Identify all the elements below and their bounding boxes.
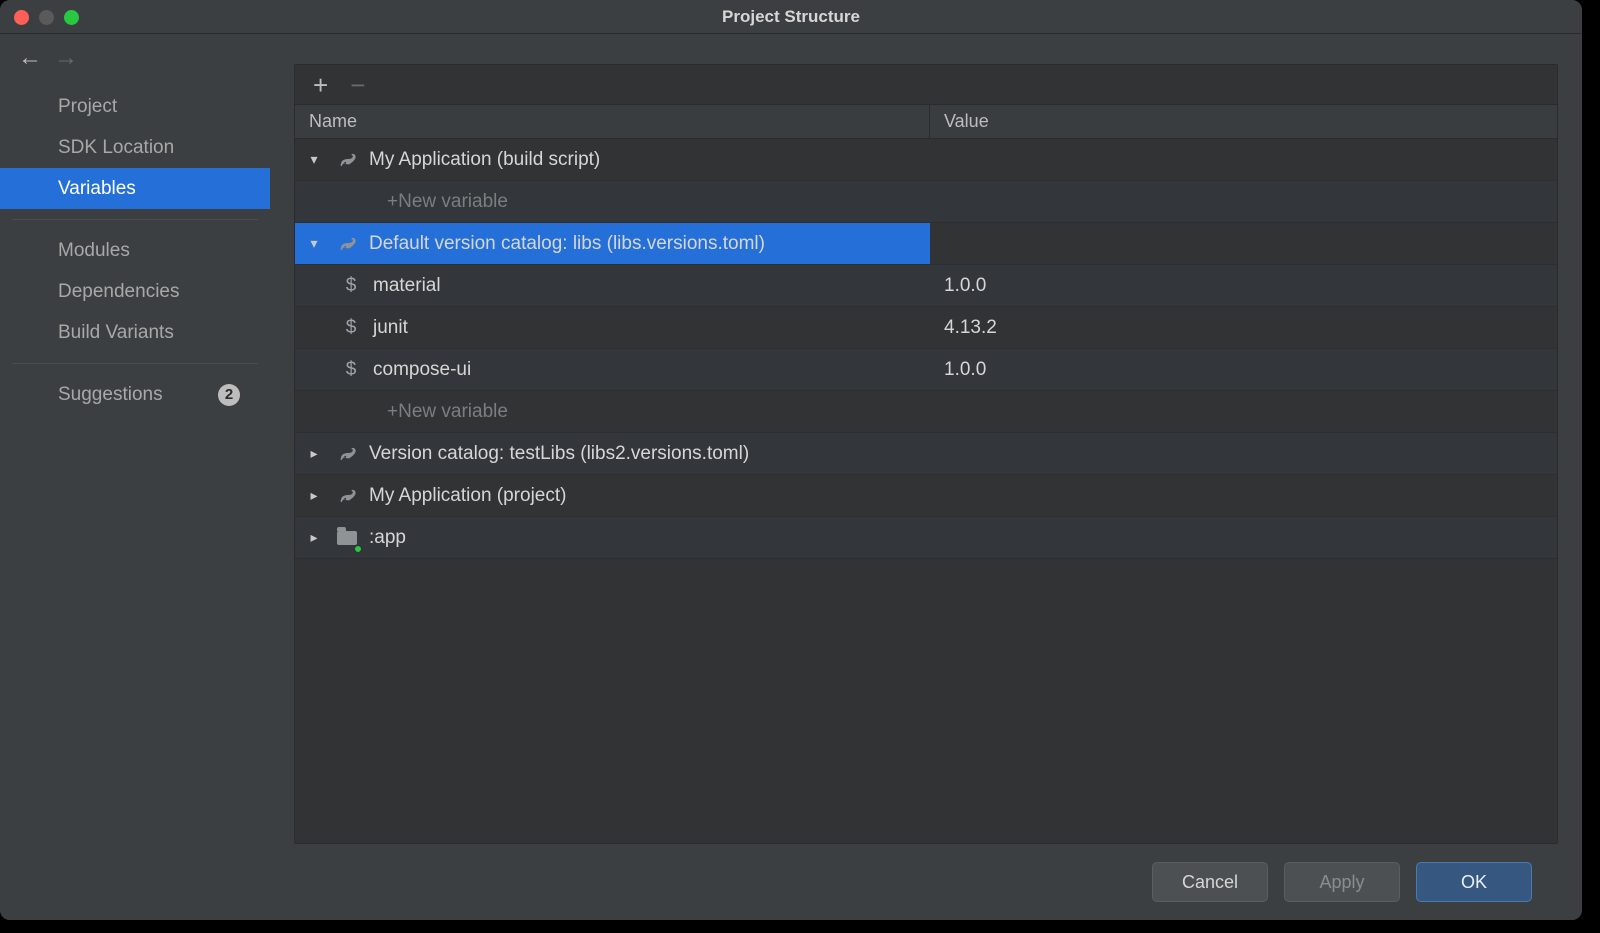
sidebar-item-label: Project xyxy=(58,96,117,118)
nav-history: ← → xyxy=(0,34,270,82)
table-header: Name Value xyxy=(295,105,1557,139)
nav-forward-icon[interactable]: → xyxy=(54,44,78,72)
variable-row[interactable]: $ junit 4.13.2 xyxy=(295,307,1557,349)
sidebar-item-sdk-location[interactable]: SDK Location xyxy=(0,127,270,168)
sidebar-item-variables[interactable]: Variables xyxy=(0,168,270,209)
column-header-name[interactable]: Name xyxy=(295,105,930,138)
zoom-window-button[interactable] xyxy=(64,10,79,25)
tree-group-testlibs-catalog[interactable]: ▸ Version catalog: testLibs (libs2.versi… xyxy=(295,433,1557,475)
sidebar-item-dependencies[interactable]: Dependencies xyxy=(0,271,270,312)
variable-value[interactable]: 4.13.2 xyxy=(930,317,1557,339)
dialog-footer: Cancel Apply OK xyxy=(294,844,1558,920)
sidebar-separator xyxy=(12,363,258,364)
ghost-label: +New variable xyxy=(387,401,508,423)
cancel-button[interactable]: Cancel xyxy=(1152,862,1268,902)
suggestions-badge: 2 xyxy=(218,384,240,406)
tree-group-label: My Application (project) xyxy=(369,485,566,507)
tree-group-module-app[interactable]: ▸ :app xyxy=(295,517,1557,559)
main-panel: + − Name Value ▾ My A xyxy=(270,34,1582,920)
column-header-label: Name xyxy=(309,111,357,132)
tree-group-project[interactable]: ▸ My Application (project) xyxy=(295,475,1557,517)
variable-value[interactable]: 1.0.0 xyxy=(930,275,1557,297)
gradle-icon xyxy=(335,442,359,466)
apply-button[interactable]: Apply xyxy=(1284,862,1400,902)
window-traffic-lights xyxy=(14,10,79,25)
close-window-button[interactable] xyxy=(14,10,29,25)
module-folder-icon xyxy=(335,526,359,550)
sidebar-item-project[interactable]: Project xyxy=(0,86,270,127)
chevron-right-icon[interactable]: ▸ xyxy=(303,529,325,546)
sidebar-item-label: Dependencies xyxy=(58,281,179,303)
variable-name: compose-ui xyxy=(373,359,471,381)
sidebar-nav: Project SDK Location Variables Modules D… xyxy=(0,82,270,415)
minimize-window-button[interactable] xyxy=(39,10,54,25)
sidebar: ← → Project SDK Location Variables Modul… xyxy=(0,34,270,920)
sidebar-separator xyxy=(12,219,258,220)
chevron-right-icon[interactable]: ▸ xyxy=(303,445,325,462)
tree-group-label: Version catalog: testLibs (libs2.version… xyxy=(369,443,749,465)
remove-variable-button[interactable]: − xyxy=(350,72,365,98)
sidebar-item-modules[interactable]: Modules xyxy=(0,230,270,271)
dollar-icon: $ xyxy=(339,358,363,382)
column-header-label: Value xyxy=(944,111,989,131)
sidebar-item-label: Build Variants xyxy=(58,322,174,344)
sidebar-item-suggestions[interactable]: Suggestions 2 xyxy=(0,374,270,415)
dialog-body: ← → Project SDK Location Variables Modul… xyxy=(0,34,1582,920)
gradle-icon xyxy=(335,484,359,508)
ghost-label: +New variable xyxy=(387,191,508,213)
tree-group-label: :app xyxy=(369,527,406,549)
sidebar-item-label: Variables xyxy=(58,178,136,200)
dollar-icon: $ xyxy=(339,274,363,298)
gradle-icon xyxy=(335,232,359,256)
tree-group-default-catalog[interactable]: ▾ Default version catalog: libs (libs.ve… xyxy=(295,223,1557,265)
sidebar-item-build-variants[interactable]: Build Variants xyxy=(0,312,270,353)
nav-back-icon[interactable]: ← xyxy=(18,44,42,72)
title-bar: Project Structure xyxy=(0,0,1582,34)
variables-toolbar: + − xyxy=(295,65,1557,105)
variable-row[interactable]: $ compose-ui 1.0.0 xyxy=(295,349,1557,391)
button-label: Cancel xyxy=(1182,872,1238,893)
dialog-title: Project Structure xyxy=(722,7,860,27)
button-label: Apply xyxy=(1319,872,1364,893)
variables-panel: + − Name Value ▾ My A xyxy=(294,64,1558,844)
sidebar-item-label: Suggestions xyxy=(58,384,163,406)
new-variable-placeholder[interactable]: +New variable xyxy=(295,391,1557,433)
sidebar-item-label: SDK Location xyxy=(58,137,174,159)
variable-name: material xyxy=(373,275,441,297)
tree-group-label: Default version catalog: libs (libs.vers… xyxy=(369,233,765,255)
variable-value[interactable]: 1.0.0 xyxy=(930,359,1557,381)
ok-button[interactable]: OK xyxy=(1416,862,1532,902)
tree-group-build-script[interactable]: ▾ My Application (build script) xyxy=(295,139,1557,181)
gradle-icon xyxy=(335,148,359,172)
variable-name: junit xyxy=(373,317,408,339)
add-variable-button[interactable]: + xyxy=(313,72,328,98)
button-label: OK xyxy=(1461,872,1487,893)
new-variable-placeholder[interactable]: +New variable xyxy=(295,181,1557,223)
chevron-right-icon[interactable]: ▸ xyxy=(303,487,325,504)
project-structure-dialog: Project Structure ← → Project SDK Locati… xyxy=(0,0,1582,920)
variables-tree: ▾ My Application (build script) +New var… xyxy=(295,139,1557,559)
tree-group-label: My Application (build script) xyxy=(369,149,600,171)
chevron-down-icon[interactable]: ▾ xyxy=(303,151,325,168)
column-header-value[interactable]: Value xyxy=(930,111,1557,132)
sidebar-item-label: Modules xyxy=(58,240,130,262)
dollar-icon: $ xyxy=(339,316,363,340)
variable-row[interactable]: $ material 1.0.0 xyxy=(295,265,1557,307)
chevron-down-icon[interactable]: ▾ xyxy=(303,235,325,252)
